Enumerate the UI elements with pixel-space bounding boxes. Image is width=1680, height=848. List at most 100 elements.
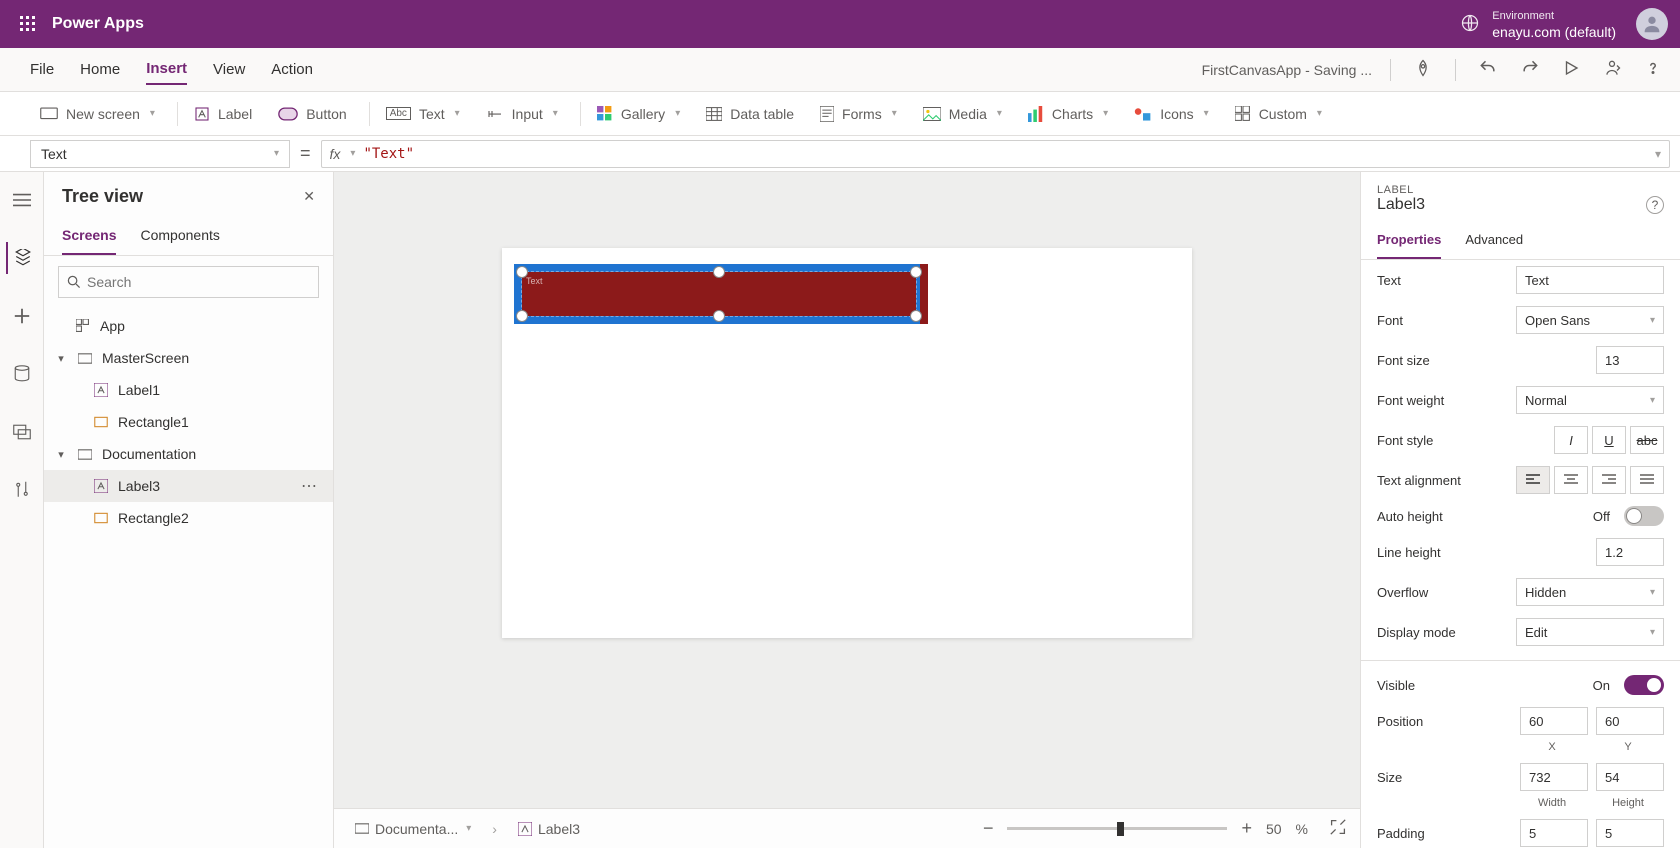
prop-text-input[interactable]: Text	[1516, 266, 1664, 294]
insert-icons-menu[interactable]: Icons▾	[1124, 100, 1219, 128]
resize-handle[interactable]	[713, 310, 725, 322]
insert-datatable-button[interactable]: Data table	[696, 100, 804, 128]
prop-overflow-select[interactable]: Hidden▾	[1516, 578, 1664, 606]
insert-media-label: Media	[949, 106, 987, 122]
panel-help-icon[interactable]: ?	[1646, 196, 1664, 214]
insert-media-menu[interactable]: Media▾	[913, 100, 1012, 128]
rail-hamburger-icon[interactable]	[6, 184, 38, 216]
help-icon[interactable]	[1644, 59, 1662, 80]
rail-data-icon[interactable]	[6, 358, 38, 390]
property-selector[interactable]: Text ▾	[30, 140, 290, 168]
environment-value: enayu.com (default)	[1492, 24, 1616, 40]
resize-handle[interactable]	[910, 310, 922, 322]
environment-icon[interactable]	[1460, 13, 1480, 36]
chevron-down-icon[interactable]: ▾	[54, 448, 68, 461]
tree-item-rectangle2[interactable]: Rectangle2	[44, 502, 333, 534]
insert-button-button[interactable]: Button	[268, 100, 356, 128]
tree-label1-text: Label1	[118, 382, 323, 398]
menu-view[interactable]: View	[213, 55, 245, 84]
rail-tools-icon[interactable]	[6, 474, 38, 506]
insert-label-button[interactable]: Label	[184, 100, 262, 128]
menu-action[interactable]: Action	[271, 55, 313, 84]
tree-item-label1[interactable]: Label1	[44, 374, 333, 406]
prop-autoheight-toggle[interactable]	[1624, 506, 1664, 526]
prop-fontweight-select[interactable]: Normal▾	[1516, 386, 1664, 414]
prop-position-x-input[interactable]: 60	[1520, 707, 1588, 735]
fontstyle-strike-button[interactable]: abc	[1630, 426, 1664, 454]
share-icon[interactable]	[1602, 58, 1622, 81]
undo-icon[interactable]	[1478, 58, 1498, 81]
environment-picker[interactable]: Environment enayu.com (default)	[1492, 8, 1616, 40]
fit-to-window-icon[interactable]	[1330, 819, 1346, 838]
prop-font-select[interactable]: Open Sans▾	[1516, 306, 1664, 334]
prop-padding-bottom-input[interactable]: 5	[1596, 819, 1664, 847]
prop-visible-label: Visible	[1377, 678, 1585, 693]
rail-insert-icon[interactable]	[6, 300, 38, 332]
treeview-search[interactable]	[58, 266, 319, 298]
tab-screens[interactable]: Screens	[62, 221, 116, 255]
position-x-sublabel: X	[1516, 741, 1588, 753]
prop-padding-top-input[interactable]: 5	[1520, 819, 1588, 847]
tab-properties[interactable]: Properties	[1377, 226, 1441, 259]
align-center-button[interactable]	[1554, 466, 1588, 494]
prop-visible-toggle[interactable]	[1624, 675, 1664, 695]
prop-lineheight-input[interactable]: 1.2	[1596, 538, 1664, 566]
more-icon[interactable]: ⋯	[301, 476, 323, 496]
zoom-in-button[interactable]: +	[1241, 818, 1252, 839]
formula-expand-icon[interactable]: ▾	[1655, 147, 1661, 161]
resize-handle[interactable]	[713, 266, 725, 278]
resize-handle[interactable]	[910, 266, 922, 278]
rail-media-icon[interactable]	[6, 416, 38, 448]
app-checker-icon[interactable]	[1413, 58, 1433, 81]
zoom-slider[interactable]	[1007, 827, 1227, 830]
treeview-search-input[interactable]	[87, 274, 310, 290]
tree-screen-masterscreen[interactable]: ▾ MasterScreen	[44, 342, 333, 374]
prop-position-label: Position	[1377, 714, 1512, 729]
insert-text-menu[interactable]: Abc Text▾	[376, 100, 470, 128]
breadcrumb-screen[interactable]: Documenta... ▾	[348, 817, 478, 841]
tree-screen-documentation[interactable]: ▾ Documentation	[44, 438, 333, 470]
insert-input-menu[interactable]: Input▾	[476, 100, 568, 128]
formula-input[interactable]: fx▾ "Text" ▾	[321, 140, 1670, 168]
menu-insert[interactable]: Insert	[146, 54, 187, 85]
waffle-icon[interactable]	[12, 8, 44, 40]
canvas-screen[interactable]: Text	[502, 248, 1192, 638]
align-right-button[interactable]	[1592, 466, 1626, 494]
rail-treeview-icon[interactable]	[6, 242, 38, 274]
fontstyle-italic-button[interactable]: I	[1554, 426, 1588, 454]
insert-custom-menu[interactable]: Custom▾	[1225, 100, 1332, 128]
zoom-out-button[interactable]: −	[983, 818, 994, 839]
new-screen-button[interactable]: New screen▾	[30, 100, 165, 128]
insert-forms-menu[interactable]: Forms▾	[810, 100, 907, 128]
prop-autoheight-value: Off	[1593, 509, 1610, 524]
prop-displaymode-select[interactable]: Edit▾	[1516, 618, 1664, 646]
canvas-area[interactable]: Text Documenta... ▾ › Label3 −	[334, 172, 1360, 848]
breadcrumb-control[interactable]: Label3	[511, 817, 587, 841]
insert-datatable-label: Data table	[730, 106, 794, 122]
resize-handle[interactable]	[516, 266, 528, 278]
fontstyle-underline-button[interactable]: U	[1592, 426, 1626, 454]
tab-advanced[interactable]: Advanced	[1465, 226, 1523, 259]
align-justify-button[interactable]	[1630, 466, 1664, 494]
tree-app[interactable]: App	[44, 310, 333, 342]
insert-charts-menu[interactable]: Charts▾	[1018, 100, 1118, 128]
align-left-button[interactable]	[1516, 466, 1550, 494]
menu-home[interactable]: Home	[80, 55, 120, 84]
prop-position-y-input[interactable]: 60	[1596, 707, 1664, 735]
insert-ribbon: New screen▾ Label Button Abc Text▾ Input…	[0, 92, 1680, 136]
menu-file[interactable]: File	[30, 55, 54, 84]
tab-components[interactable]: Components	[140, 221, 219, 255]
resize-handle[interactable]	[516, 310, 528, 322]
canvas-label3-selected[interactable]: Text	[522, 272, 916, 316]
tree-item-rectangle1[interactable]: Rectangle1	[44, 406, 333, 438]
play-icon[interactable]	[1562, 59, 1580, 80]
close-icon[interactable]: ✕	[303, 188, 315, 205]
redo-icon[interactable]	[1520, 58, 1540, 81]
prop-fontsize-input[interactable]: 13	[1596, 346, 1664, 374]
chevron-down-icon[interactable]: ▾	[54, 352, 68, 365]
insert-gallery-menu[interactable]: Gallery▾	[587, 100, 690, 128]
prop-size-w-input[interactable]: 732	[1520, 763, 1588, 791]
tree-item-label3[interactable]: Label3 ⋯	[44, 470, 333, 502]
user-avatar[interactable]	[1636, 8, 1668, 40]
prop-size-h-input[interactable]: 54	[1596, 763, 1664, 791]
